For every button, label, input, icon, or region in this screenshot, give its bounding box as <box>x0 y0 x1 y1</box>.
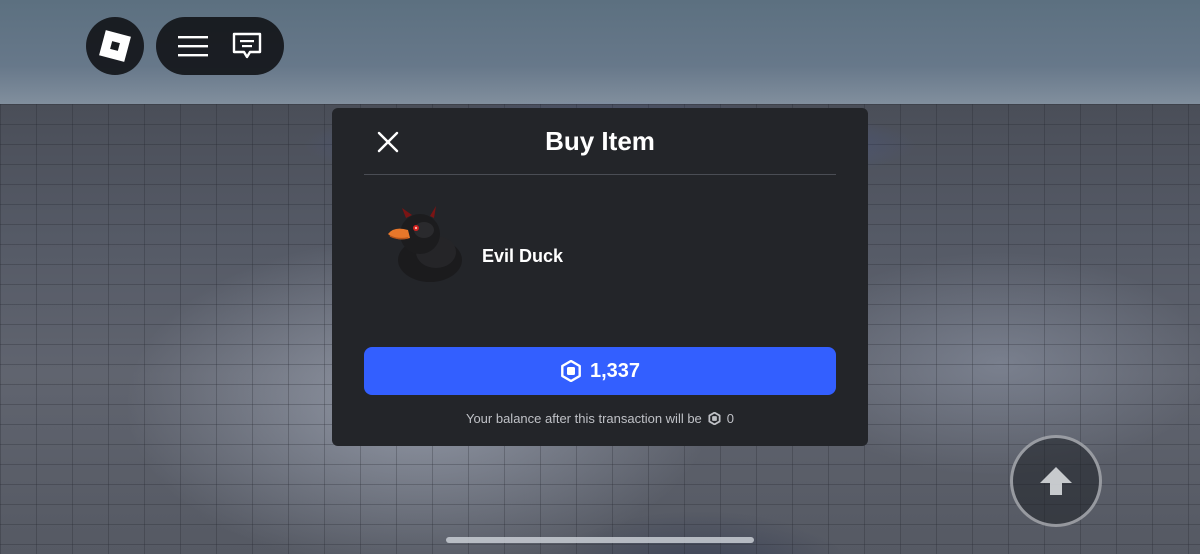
robux-icon <box>708 412 721 425</box>
price-label: 1,337 <box>589 359 641 382</box>
item-name: Evil Duck <box>482 246 564 266</box>
jump-button[interactable] <box>1010 435 1102 527</box>
buy-item-dialog: Buy Item Evil Duck 1,337 Your balance af… <box>332 108 868 446</box>
roblox-menu-button[interactable] <box>86 17 144 75</box>
hud-controls <box>156 17 284 75</box>
hamburger-menu-icon[interactable] <box>173 26 213 66</box>
balance-text: Your balance after this transaction will… <box>465 411 702 426</box>
item-thumbnail <box>384 204 466 284</box>
jump-arrow-icon <box>1040 467 1072 495</box>
roblox-logo-icon <box>99 30 131 62</box>
buy-button[interactable]: 1,337 <box>364 347 836 395</box>
home-indicator[interactable] <box>446 537 754 543</box>
balance-info: Your balance after this transaction will… <box>332 411 868 426</box>
dialog-title: Buy Item <box>545 126 655 156</box>
chat-icon[interactable] <box>227 26 267 66</box>
robux-icon <box>561 360 581 382</box>
title-divider <box>364 174 836 175</box>
balance-value: 0 <box>726 411 735 426</box>
